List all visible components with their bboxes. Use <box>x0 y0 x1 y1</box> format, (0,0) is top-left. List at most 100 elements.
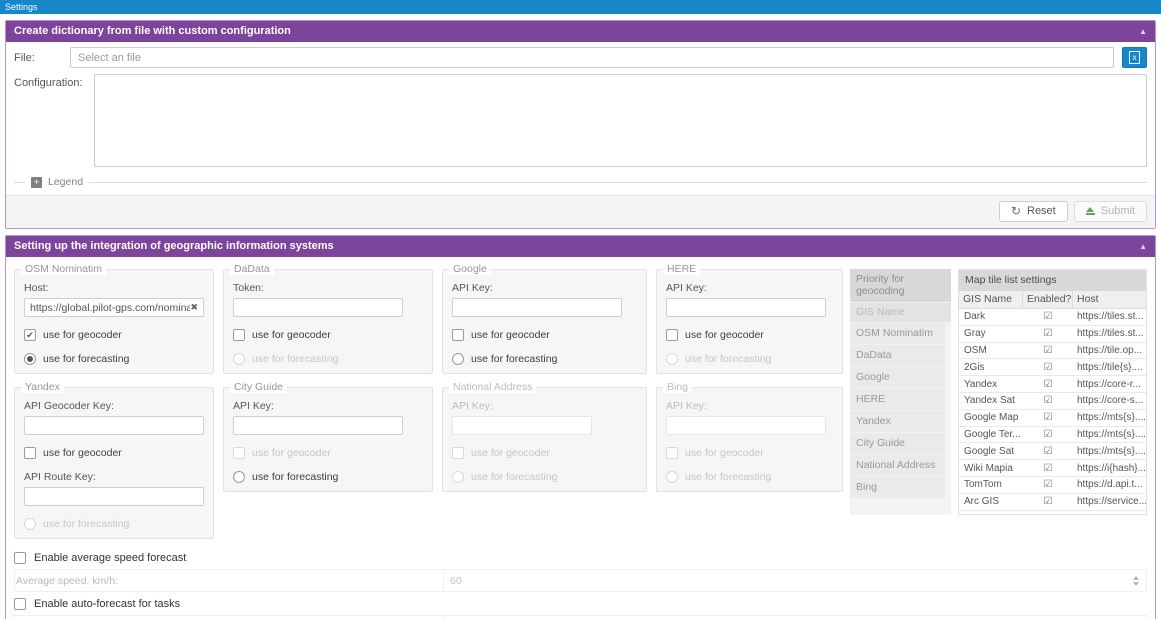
osm-forecasting-option[interactable]: use for forecasting <box>24 353 204 365</box>
tile-enabled-checkbox[interactable]: ☑ <box>1023 379 1073 390</box>
tile-name-cell: Google Ter... <box>959 429 1023 440</box>
tile-enabled-checkbox[interactable]: ☑ <box>1023 412 1073 423</box>
checkbox-icon[interactable] <box>233 329 245 341</box>
fieldset-bing: Bing API Key: use for geocoder use for f… <box>656 387 843 492</box>
checkbox-checked-icon[interactable]: ✔ <box>24 329 36 341</box>
map-tile-list-settings: Map tile list settings GIS Name Enabled?… <box>958 269 1147 515</box>
radio-icon <box>24 518 36 530</box>
gis-panel-header[interactable]: Setting up the integration of geographic… <box>6 236 1155 257</box>
file-input[interactable]: Select an file <box>70 47 1114 68</box>
file-row: File: Select an file x <box>6 42 1155 72</box>
fieldset-legend: HERE <box>663 263 700 275</box>
tile-enabled-checkbox[interactable]: ☑ <box>1023 429 1073 440</box>
dictionary-panel-header[interactable]: Create dictionary from file with custom … <box>6 21 1155 42</box>
priority-list-item[interactable]: OSM Nominatim <box>850 323 945 344</box>
osm-host-input[interactable]: https://global.pilot-gps.com/nominatim/ … <box>24 298 204 317</box>
forecasting-label: use for forecasting <box>685 353 771 365</box>
average-speed-input: 60 <box>443 570 1146 591</box>
fieldset-legend: Google <box>449 263 491 275</box>
tile-name-cell: Google Map <box>959 412 1023 423</box>
tile-enabled-checkbox[interactable]: ☑ <box>1023 446 1073 457</box>
tile-enabled-checkbox[interactable]: ☑ <box>1023 479 1073 490</box>
api-key-label: API Key: <box>452 282 637 294</box>
table-row[interactable]: Wiki Mapia ☑ https://i{hash}... <box>959 460 1146 477</box>
google-forecasting-option[interactable]: use for forecasting <box>452 353 637 365</box>
radio-icon[interactable] <box>452 353 464 365</box>
fieldset-google: Google API Key: use for geocoder use for… <box>442 269 647 374</box>
tiles-table-column-headers: GIS Name Enabled? Host <box>959 291 1146 309</box>
page-title: Settings <box>5 2 38 12</box>
osm-geocoder-option[interactable]: ✔ use for geocoder <box>24 329 204 341</box>
table-row[interactable]: Google Map ☑ https://mts{s}.... <box>959 410 1146 427</box>
checkbox-icon <box>233 447 245 459</box>
configuration-textarea[interactable] <box>94 74 1147 167</box>
reset-button[interactable]: ↻ Reset <box>999 201 1068 222</box>
priority-list-column-header: GIS Name <box>850 303 951 322</box>
table-row[interactable]: Arc GIS ☑ https://service... <box>959 494 1146 511</box>
checkbox-icon[interactable] <box>452 329 464 341</box>
table-row[interactable]: 2Gis ☑ https://tile{s}.... <box>959 359 1146 376</box>
forecasting-label: use for forecasting <box>252 353 338 365</box>
tile-name-cell: Wiki Mapia <box>959 463 1023 474</box>
table-row[interactable]: OSM ☑ https://tile.op... <box>959 343 1146 360</box>
checkbox-icon[interactable] <box>14 598 26 610</box>
number-spinner-icon <box>1133 576 1139 586</box>
priority-list-item[interactable]: DaData <box>850 345 945 366</box>
forecasting-label: use for forecasting <box>685 471 771 483</box>
collapse-icon[interactable]: ▲ <box>1139 242 1147 251</box>
enable-auto-forecast-row[interactable]: Enable auto-forecast for tasks <box>14 593 1147 615</box>
google-geocoder-option[interactable]: use for geocoder <box>452 329 637 341</box>
yandex-geocoder-key-input[interactable] <box>24 416 204 435</box>
configuration-row: Configuration: <box>6 72 1155 167</box>
table-row[interactable]: Google Ter... ☑ https://mts{s}.... <box>959 427 1146 444</box>
tile-enabled-checkbox[interactable]: ☑ <box>1023 362 1073 373</box>
priority-list-item[interactable]: HERE <box>850 389 945 410</box>
tile-enabled-checkbox[interactable]: ☑ <box>1023 328 1073 339</box>
priority-list-item[interactable]: City Guide <box>850 433 945 454</box>
table-row[interactable]: Gray ☑ https://tiles.st... <box>959 326 1146 343</box>
table-row[interactable]: Google Sat ☑ https://mts{s}.... <box>959 443 1146 460</box>
upload-file-button[interactable]: x <box>1122 47 1147 68</box>
national-forecasting-option: use for forecasting <box>452 471 637 483</box>
enable-avg-speed-row[interactable]: Enable average speed forecast <box>14 547 1147 569</box>
clear-icon[interactable]: ✖ <box>190 302 198 313</box>
table-row[interactable]: Dark ☑ https://tiles.st... <box>959 309 1146 326</box>
here-geocoder-option[interactable]: use for geocoder <box>666 329 833 341</box>
dictionary-panel-title: Create dictionary from file with custom … <box>14 25 291 37</box>
tile-enabled-checkbox[interactable]: ☑ <box>1023 463 1073 474</box>
tile-enabled-checkbox[interactable]: ☑ <box>1023 496 1073 507</box>
radio-icon <box>666 353 678 365</box>
expand-plus-icon[interactable]: + <box>31 177 42 188</box>
cityguide-api-key-input[interactable] <box>233 416 403 435</box>
checkbox-icon[interactable] <box>666 329 678 341</box>
radio-icon[interactable] <box>233 471 245 483</box>
priority-list-item[interactable]: Yandex <box>850 411 945 432</box>
google-api-key-input[interactable] <box>452 298 622 317</box>
checkbox-icon[interactable] <box>24 447 36 459</box>
submit-button[interactable]: Submit <box>1074 201 1147 222</box>
forecasting-label: use for forecasting <box>471 353 557 365</box>
geocoder-label: use for geocoder <box>471 447 550 459</box>
yandex-route-key-input[interactable] <box>24 487 204 506</box>
table-row[interactable]: Yandex ☑ https://core-r... <box>959 376 1146 393</box>
yandex-geocoder-option[interactable]: use for geocoder <box>24 447 204 459</box>
collapse-icon[interactable]: ▲ <box>1139 27 1147 36</box>
checkbox-icon[interactable] <box>14 552 26 564</box>
radio-checked-icon[interactable] <box>24 353 36 365</box>
priority-list-item[interactable]: National Address <box>850 455 945 476</box>
radio-icon <box>233 353 245 365</box>
tile-enabled-checkbox[interactable]: ☑ <box>1023 311 1073 322</box>
priority-list-item[interactable]: Google <box>850 367 945 388</box>
geocoder-label: use for geocoder <box>685 447 764 459</box>
table-row[interactable]: TomTom ☑ https://d.api.t... <box>959 477 1146 494</box>
table-row[interactable]: Yandex Sat ☑ https://core-s... <box>959 393 1146 410</box>
tile-enabled-checkbox[interactable]: ☑ <box>1023 345 1073 356</box>
fieldset-legend: City Guide <box>230 381 287 393</box>
here-api-key-input[interactable] <box>666 298 826 317</box>
priority-list-item[interactable]: Bing <box>850 477 945 498</box>
dadata-geocoder-option[interactable]: use for geocoder <box>233 329 423 341</box>
cityguide-forecasting-option[interactable]: use for forecasting <box>233 471 423 483</box>
api-key-label: API Key: <box>666 282 833 294</box>
dadata-token-input[interactable] <box>233 298 403 317</box>
tile-enabled-checkbox[interactable]: ☑ <box>1023 395 1073 406</box>
